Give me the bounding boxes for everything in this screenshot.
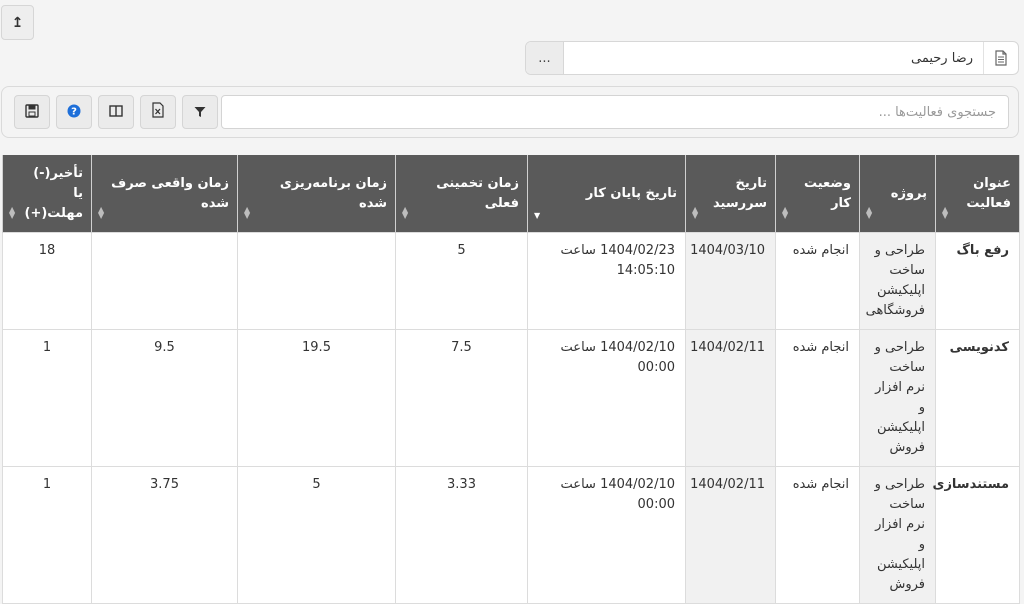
cell-estimate: 7.5 (395, 329, 528, 467)
toolbar: ? (1, 86, 1019, 138)
cell-end-date: 1404/02/23 ساعت 14:05:10 (527, 232, 686, 330)
filter-button[interactable] (182, 95, 218, 129)
cell-project: طراحی و ساخت اپلیکیشن فروشگاهی (859, 232, 936, 330)
cell-estimate: 3.33 (395, 466, 528, 604)
upload-button[interactable]: ↥ (1, 5, 34, 40)
cell-project: طراحی و ساخت نرم افزار و اپلیکیشن فروش (859, 466, 936, 604)
sort-icon: ▲ ▼ (402, 205, 409, 220)
arrow-up-icon: ↥ (11, 14, 24, 31)
cell-planned (237, 232, 396, 330)
cell-delay: 18 (2, 232, 92, 330)
cell-status: انجام شده (775, 329, 860, 467)
sort-icon: ▲ ▼ (244, 205, 251, 220)
save-button[interactable] (14, 95, 50, 129)
sort-desc-icon: ▼ (534, 211, 541, 220)
columns-icon (109, 103, 123, 122)
search-input[interactable] (221, 95, 1009, 129)
cell-delay: 1 (2, 329, 92, 467)
activities-table: عنوان فعالیت ▲ ▼ پروژه ▲ ▼ وضعیت کار ▲ ▼ تاریخ… (2, 155, 1020, 604)
sort-icon: ▲ ▼ (98, 205, 105, 220)
cell-estimate: 5 (395, 232, 528, 330)
cell-project: طراحی و ساخت نرم افزار و اپلیکیشن فروش (859, 329, 936, 467)
cell-actual (91, 232, 238, 330)
cell-status: انجام شده (775, 232, 860, 330)
cell-title: کدنویسی (935, 329, 1020, 467)
svg-text:?: ? (71, 106, 77, 117)
column-header-delay[interactable]: تأخیر(-) یا مهلت(+) ▲ ▼ (2, 155, 92, 233)
more-button[interactable]: ... (526, 42, 564, 74)
sort-icon: ▲ ▼ (692, 205, 699, 220)
sort-icon: ▲ ▼ (866, 205, 873, 220)
sort-icon: ▲ ▼ (942, 205, 949, 220)
filter-icon (194, 103, 206, 122)
table-row[interactable]: مستندسازی طراحی و ساخت نرم افزار و اپلیک… (2, 466, 1020, 604)
cell-delay: 1 (2, 466, 92, 604)
help-button[interactable]: ? (56, 95, 92, 129)
cell-due-date: 1404/02/11 (685, 329, 776, 467)
cell-actual: 3.75 (91, 466, 238, 604)
column-header-estimate[interactable]: زمان تخمینی فعلی ▲ ▼ (395, 155, 528, 233)
cell-due-date: 1404/03/10 (685, 232, 776, 330)
cell-end-date: 1404/02/10 ساعت 00:00 (527, 329, 686, 467)
cell-actual: 9.5 (91, 329, 238, 467)
user-name: رضا رحیمی (911, 50, 973, 66)
columns-button[interactable] (98, 95, 134, 129)
cell-status: انجام شده (775, 466, 860, 604)
user-selector[interactable]: ... رضا رحیمی (525, 41, 1019, 75)
excel-export-button[interactable] (140, 95, 176, 129)
sort-icon: ▲ ▼ (9, 205, 16, 220)
cell-planned: 5 (237, 466, 396, 604)
column-header-due-date[interactable]: تاریخ سررسید ▲ ▼ (685, 155, 776, 233)
column-header-end-date[interactable]: تاریخ پایان کار ▼ (527, 155, 686, 233)
excel-icon (151, 102, 165, 122)
table-header-row: عنوان فعالیت ▲ ▼ پروژه ▲ ▼ وضعیت کار ▲ ▼ تاریخ… (2, 155, 1020, 233)
cell-planned: 19.5 (237, 329, 396, 467)
table-row[interactable]: رفع باگ طراحی و ساخت اپلیکیشن فروشگاهی ا… (2, 232, 1020, 330)
table-row[interactable]: کدنویسی طراحی و ساخت نرم افزار و اپلیکیش… (2, 329, 1020, 467)
column-header-status[interactable]: وضعیت کار ▲ ▼ (775, 155, 860, 233)
cell-title: رفع باگ (935, 232, 1020, 330)
help-icon: ? (67, 103, 81, 122)
document-icon (983, 42, 1018, 74)
save-icon (25, 103, 39, 122)
column-header-title[interactable]: عنوان فعالیت ▲ ▼ (935, 155, 1020, 233)
column-header-planned[interactable]: زمان برنامه‌ریزی شده ▲ ▼ (237, 155, 396, 233)
sort-icon: ▲ ▼ (782, 205, 789, 220)
column-header-project[interactable]: پروژه ▲ ▼ (859, 155, 936, 233)
cell-due-date: 1404/02/11 (685, 466, 776, 604)
cell-end-date: 1404/02/10 ساعت 00:00 (527, 466, 686, 604)
cell-title: مستندسازی (933, 466, 1020, 604)
column-header-actual[interactable]: زمان واقعی صرف شده ▲ ▼ (91, 155, 238, 233)
